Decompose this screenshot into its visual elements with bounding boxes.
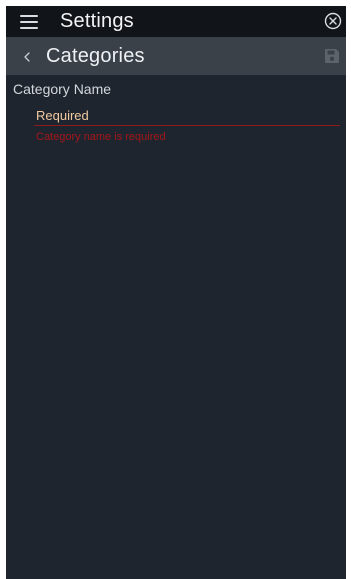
top-app-bar: Settings xyxy=(6,6,346,37)
app-title: Settings xyxy=(60,10,134,32)
circle-close-icon[interactable] xyxy=(324,12,342,30)
chevron-left-icon[interactable] xyxy=(22,50,32,62)
floppy-disk-icon[interactable] xyxy=(324,48,340,64)
hamburger-menu-icon[interactable] xyxy=(20,15,38,29)
page-header: Categories xyxy=(6,37,346,75)
category-name-input[interactable] xyxy=(34,105,340,126)
app-frame: Settings Categories Category Name Catego… xyxy=(6,6,346,579)
category-name-error: Category name is required xyxy=(36,131,166,143)
page-title: Categories xyxy=(46,45,145,67)
category-name-label: Category Name xyxy=(13,81,112,97)
